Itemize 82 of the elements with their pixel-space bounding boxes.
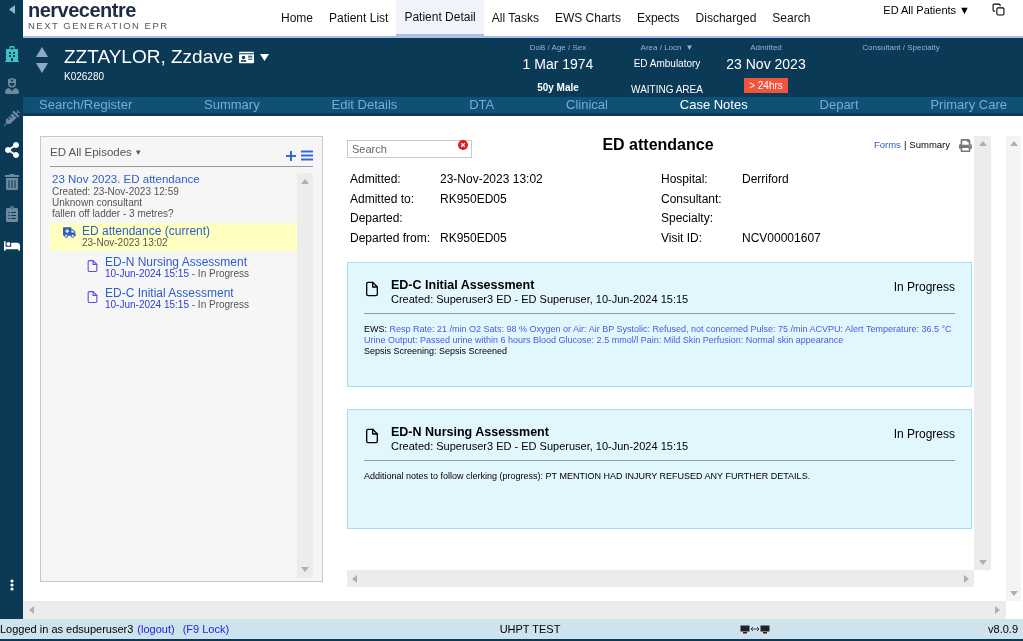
field-value: RK950ED05 (440, 190, 507, 208)
note-text: Sepsis Screening: Sepsis Screened (364, 346, 509, 357)
form-title: ED-C Initial Assessment (391, 278, 536, 293)
view-link[interactable]: Summary (909, 137, 950, 153)
patient-id: K026280 (64, 71, 106, 82)
form-item[interactable]: ED-N Nursing Assessment 10-Jun-2024 15:15 - In Progress (50, 254, 297, 283)
field-label: Hospital: (661, 171, 709, 188)
caret-icon[interactable]: ▼ (685, 42, 694, 54)
field-label: Departed from: (350, 229, 432, 247)
episode-detail: fallen off ladder - 3 metres? (52, 208, 175, 220)
tab[interactable]: Edit Details (331, 97, 398, 113)
nav-item[interactable]: EWS Charts (546, 0, 629, 36)
form-date: 10-Jun-2024 15:15 (105, 268, 189, 280)
form-title: ED-C Initial Assessment (105, 287, 234, 300)
attendance-date: 23-Nov-2023 13:02 (82, 237, 168, 250)
form-created: Created: Superuser3 ED - ED Superuser, 10-Jun-2024 15:15 (391, 440, 690, 453)
form-title: ED-N Nursing Assessment (105, 256, 248, 269)
form-card[interactable]: ED-N Nursing Assessment Created: Superuser3 ED - ED Superuser, 10-Jun-2024 15:15 In Progress Additional notes to follow clerking (progress): PT MENTION HAD INJURY REFUSED ANY FURTHER DETAILS. (347, 409, 972, 529)
field-label: DoB / Age / Sex (529, 42, 587, 54)
section-title: ED attendance (602, 135, 715, 155)
tab[interactable]: DTA (469, 97, 495, 113)
field-label: Admitted to: (350, 190, 416, 208)
note-text: EWS: Resp Rate: 21 /min O2 Sats: 98 % Oxygen or Air: Air BP Systolic: Refused, not concerned Pulse: 75 /min ACVPU: Alert Temperature: 36.5 °C Urine Output: Passed urine within 6 hours Blood Glucose: 2.5 mmol/l Pain: Mild Skin Perfusion: Normal skin appearance (364, 324, 953, 346)
form-status: - In Progress (190, 268, 249, 280)
location: WAITING AREA (631, 83, 703, 97)
form-status: - In Progress (190, 299, 249, 311)
nav-item[interactable]: Search (764, 0, 819, 36)
tab[interactable]: Depart (819, 97, 859, 113)
field-label: Visit ID: (661, 229, 704, 247)
form-date: 10-Jun-2024 15:15 (105, 299, 189, 311)
nav-item[interactable]: Patient Detail (396, 0, 484, 36)
logout-link[interactable]: (logout) (137, 620, 175, 638)
nav-item[interactable]: All Tasks (483, 0, 547, 36)
field-value: RK950ED05 (440, 229, 507, 247)
logo-tagline: NEXT GENERATION EPR (28, 20, 170, 32)
nav-item[interactable]: Expects (628, 0, 688, 36)
attendance-title: ED attendance (current) (82, 225, 211, 238)
field-label: Consultant / Specialty (862, 42, 940, 54)
tab[interactable]: Search/Register (39, 97, 133, 113)
date-of-birth: 1 Mar 1974 (522, 55, 594, 74)
episode-detail: Created: 23-Nov-2023 12:59 (52, 186, 180, 198)
nav-item[interactable]: Discharged (687, 0, 765, 36)
login-text: Logged in as edsuperuser3 (0, 621, 134, 637)
panel-title[interactable]: ED All Episodes (50, 144, 132, 162)
form-created: Created: Superuser3 ED - ED Superuser, 10-Jun-2024 15:15 (391, 293, 690, 306)
tab[interactable]: Case Notes (679, 97, 748, 113)
field-label: Admitted (750, 42, 782, 54)
tab[interactable]: Summary (204, 97, 260, 113)
form-status: In Progress (893, 426, 955, 443)
logo-wordmark: nervecentre (28, 0, 137, 20)
environment-name: UHPT TEST (498, 621, 562, 637)
search-field[interactable]: Search (347, 140, 472, 158)
field-value: NCV00001607 (742, 229, 821, 247)
lock-link[interactable]: (F9 Lock) (182, 620, 230, 638)
field-label: Consultant: (661, 190, 723, 208)
tab[interactable]: Primary Care (930, 97, 1007, 113)
nav-item[interactable]: Patient List (321, 0, 397, 36)
age-sex: 50y Male (537, 81, 579, 95)
episode-title[interactable]: 23 Nov 2023. ED attendance (52, 173, 297, 187)
episode-detail: Unknown consultant (52, 197, 144, 209)
field-label: Area / Locn (640, 42, 682, 54)
field-label: Specialty: (661, 210, 715, 227)
field-value: 23-Nov-2023 13:02 (440, 171, 543, 188)
nav-item[interactable]: Home (273, 0, 321, 36)
admitted-date: 23 Nov 2023 (726, 55, 806, 74)
form-title: ED-N Nursing Assessment (391, 425, 550, 440)
tab[interactable]: Clinical (566, 97, 608, 113)
patient-list-selector[interactable]: ED All Patients ▼ (883, 2, 970, 19)
view-link[interactable]: Forms (873, 137, 901, 153)
stay-badge: > 24hrs (744, 78, 788, 93)
link-separator: | (903, 137, 907, 152)
note-text: Additional notes to follow clerking (progress): PT MENTION HAD INJURY REFUSED ANY FURTHER DETAILS. (364, 471, 812, 482)
form-item[interactable]: ED-C Initial Assessment 10-Jun-2024 15:15 - In Progress (50, 285, 297, 314)
patient-name: ZZTAYLOR, Zzdave (64, 45, 234, 69)
form-status: In Progress (893, 279, 955, 296)
attendance-item[interactable]: ED attendance (current) 23-Nov-2023 13:02 (50, 223, 297, 252)
area: ED Ambulatory (633, 56, 701, 71)
field-label: Admitted: (350, 171, 402, 188)
field-label: Departed: (350, 210, 404, 227)
field-value: Derriford (742, 171, 789, 188)
caret-icon[interactable]: ▾ (135, 145, 141, 160)
version: v8.0.9 (988, 621, 1018, 637)
